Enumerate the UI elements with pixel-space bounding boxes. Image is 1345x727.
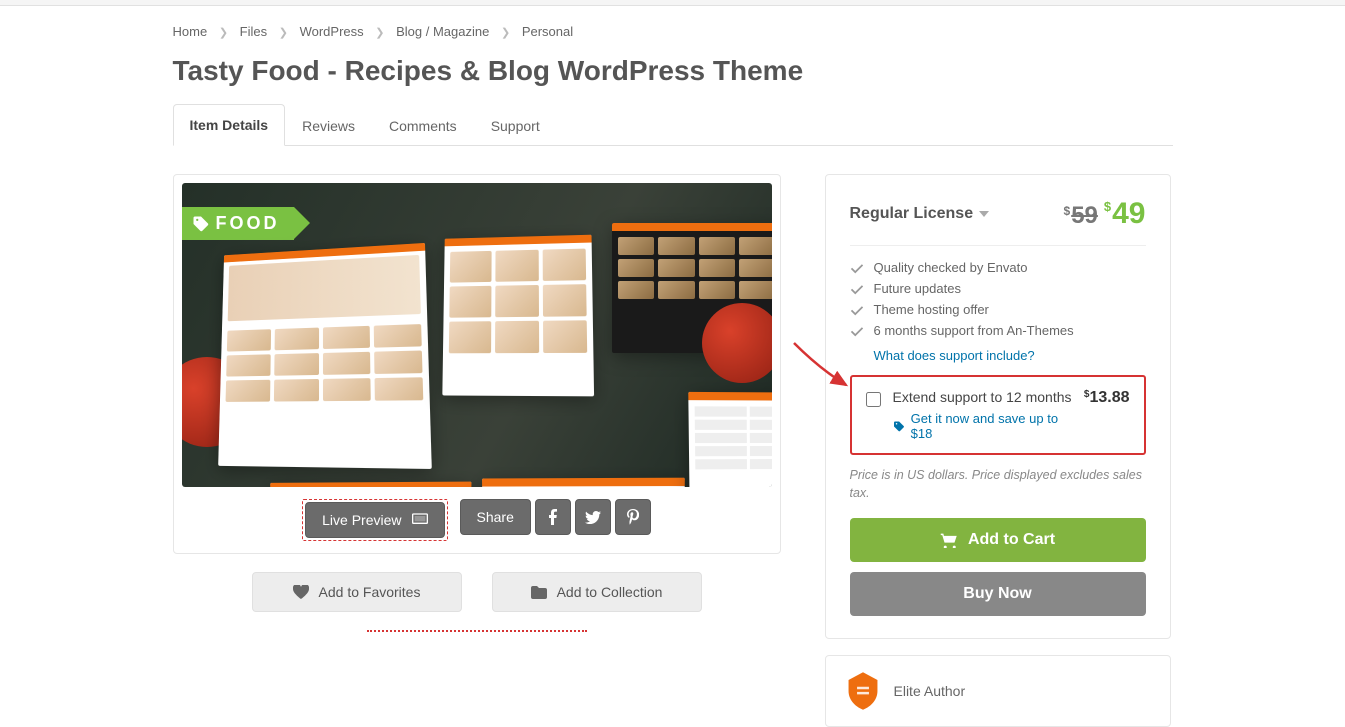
cart-icon [940,532,958,548]
live-preview-button[interactable]: Live Preview [305,502,444,538]
add-to-cart-button[interactable]: Add to Cart [850,518,1146,562]
page-title: Tasty Food - Recipes & Blog WordPress Th… [173,55,1173,87]
food-badge: FOOD [182,207,294,240]
extend-support-box: Extend support to 12 months Get it now a… [850,375,1146,455]
elite-badge-icon [846,672,880,710]
tag-icon [893,420,905,433]
share-button[interactable]: Share [460,499,531,535]
chevron-right-icon: ❯ [219,26,228,39]
feature-item: Theme hosting offer [850,302,1146,318]
twitter-icon[interactable] [575,499,611,535]
extend-support-checkbox[interactable] [866,392,881,407]
food-badge-text: FOOD [216,213,280,234]
chevron-right-icon: ❯ [279,26,288,39]
breadcrumb-home[interactable]: Home [173,24,208,39]
tab-support[interactable]: Support [474,105,557,146]
purchase-card: Regular License 59 49 Quality checked by… [825,174,1171,639]
screen-icon [412,513,428,527]
feature-item: 6 months support from An-Themes [850,323,1146,339]
preview-card: FOOD Live Preview [173,174,781,554]
extend-support-promo-link[interactable]: Get it now and save up to $18 [893,411,1072,441]
license-dropdown[interactable]: Regular License [850,205,990,223]
facebook-icon[interactable] [535,499,571,535]
price-disclaimer: Price is in US dollars. Price displayed … [850,467,1146,502]
item-tabs: Item Details Reviews Comments Support [173,103,1173,146]
breadcrumb-personal[interactable]: Personal [522,24,573,39]
chevron-right-icon: ❯ [501,26,510,39]
price: 59 49 [1064,197,1146,231]
breadcrumb-wordpress[interactable]: WordPress [300,24,364,39]
tag-icon [192,215,210,233]
tab-item-details[interactable]: Item Details [173,104,286,146]
extend-price: 13.88 [1084,389,1130,407]
elite-author-card: Elite Author [825,655,1171,727]
preview-image[interactable]: FOOD [182,183,772,487]
breadcrumb-blog-magazine[interactable]: Blog / Magazine [396,24,489,39]
folder-icon [531,586,547,599]
extend-support-label: Extend support to 12 months [893,389,1072,405]
add-to-collection-button[interactable]: Add to Collection [492,572,702,612]
chevron-down-icon [979,211,989,217]
chevron-right-icon: ❯ [375,26,384,39]
breadcrumb: Home ❯ Files ❯ WordPress ❯ Blog / Magazi… [173,6,1173,49]
annotation-underline [367,630,587,632]
support-include-link[interactable]: What does support include? [874,348,1035,363]
add-to-favorites-button[interactable]: Add to Favorites [252,572,462,612]
breadcrumb-files[interactable]: Files [240,24,267,39]
tab-comments[interactable]: Comments [372,105,474,146]
pinterest-icon[interactable] [615,499,651,535]
feature-item: Future updates [850,281,1146,297]
feature-item: Quality checked by Envato [850,260,1146,276]
buy-now-button[interactable]: Buy Now [850,572,1146,616]
heart-icon [293,585,309,599]
elite-author-label: Elite Author [894,683,966,699]
tab-reviews[interactable]: Reviews [285,105,372,146]
